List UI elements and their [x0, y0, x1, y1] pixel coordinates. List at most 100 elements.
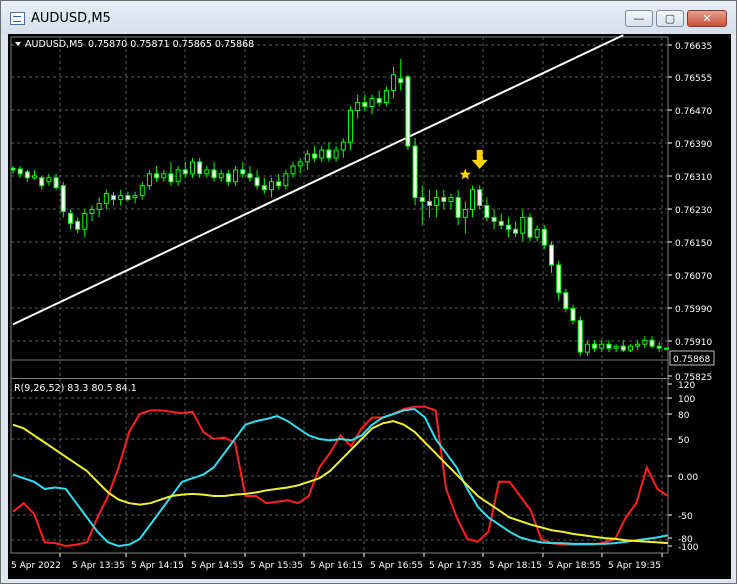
price-tick-label: 0.76150: [675, 239, 712, 249]
candle-body: [268, 181, 274, 191]
candle-body: [663, 347, 669, 350]
candle-body: [118, 195, 124, 201]
trendline[interactable]: [12, 34, 624, 326]
chart-canvas[interactable]: 0.76635 0.76555 0.76470 0.76390 0.76310 0.762…: [8, 34, 731, 579]
maximize-button[interactable]: ▢: [656, 10, 684, 27]
trendline-layer: [12, 34, 624, 326]
candle-body: [103, 193, 109, 205]
candle-body: [599, 343, 605, 349]
price-tick-label: 0.76070: [675, 272, 712, 282]
minimize-button[interactable]: —: [625, 10, 653, 27]
candle-body: [412, 145, 418, 199]
candle-body: [549, 244, 554, 266]
signal-star-icon[interactable]: [459, 168, 471, 180]
candle-body: [613, 345, 619, 349]
candle-body: [46, 177, 52, 183]
candle-body: [577, 319, 583, 353]
indicator-tick-label: 80: [678, 411, 690, 421]
candle-body: [441, 197, 447, 203]
candle-body: [541, 228, 547, 246]
candle-body: [405, 76, 411, 147]
time-tick-label: 5 Apr 16:15: [310, 561, 363, 571]
indicator-tick-label: 120: [678, 381, 695, 391]
candle-body: [111, 195, 117, 201]
candle-body: [276, 181, 282, 187]
candle-body: [297, 161, 303, 167]
indicator-tick-label: -50: [678, 512, 693, 522]
candle-body: [333, 149, 339, 159]
candle-body: [505, 224, 511, 230]
candle-body: [520, 216, 526, 234]
candle-body: [434, 197, 440, 207]
candle-body: [556, 264, 562, 294]
price-tick-label: 0.76390: [675, 140, 712, 150]
candle-body: [484, 205, 490, 218]
candle-body: [254, 177, 260, 187]
candle-body: [283, 173, 289, 187]
price-tick-label: 0.76230: [675, 206, 712, 216]
maximize-icon: ▢: [664, 12, 676, 25]
candle-body: [146, 173, 152, 187]
candle-body: [362, 101, 368, 107]
candles: [10, 58, 669, 357]
candle-body: [211, 169, 217, 179]
price-tick-label: 0.76470: [675, 107, 712, 117]
price-tick-label: 0.76635: [675, 42, 712, 52]
candle-body: [175, 169, 181, 183]
candle-body: [304, 153, 310, 163]
candle-body: [340, 141, 346, 151]
candle-body: [606, 343, 612, 349]
candle-body: [656, 345, 662, 349]
symbol-dropdown-icon[interactable]: [15, 42, 21, 46]
symbol-label: AUDUSD,M5: [25, 39, 83, 50]
candle-body: [132, 195, 138, 199]
candle-body: [60, 185, 66, 212]
time-axis: 5 Apr 2022 5 Apr 13:35 5 Apr 14:15 5 Apr 14…: [11, 553, 663, 571]
candle-body: [398, 78, 404, 84]
price-tick-label: 0.75910: [675, 338, 712, 348]
time-tick-label: 5 Apr 14:55: [191, 561, 244, 571]
candle-body: [53, 177, 59, 189]
window-title: AUDUSD,M5: [31, 11, 111, 26]
candle-body: [82, 212, 88, 230]
candle-body: [347, 109, 353, 143]
ohlc-label: 0.75870 0.75871 0.75865 0.75868: [88, 39, 254, 50]
chart-window: AUDUSD,M5 — ▢ ✕ 0.76635 0.76555 0.76470 0.7…: [0, 0, 737, 584]
indicator-tick-label: 0.00: [678, 473, 698, 483]
candle-body: [75, 220, 81, 230]
candle-body: [168, 173, 174, 183]
time-tick-label: 5 Apr 17:35: [429, 561, 482, 571]
price-tick-label: 0.75990: [675, 305, 712, 315]
candle-body: [426, 201, 432, 206]
candle-body: [563, 292, 569, 310]
sell-arrow-icon[interactable]: [471, 149, 488, 169]
time-tick-label: 5 Apr 15:35: [250, 561, 303, 571]
title-bar[interactable]: AUDUSD,M5 — ▢ ✕: [1, 1, 736, 34]
candle-body: [32, 175, 38, 179]
candle-body: [462, 208, 468, 218]
candle-body: [261, 185, 267, 191]
time-tick-label: 5 Apr 19:35: [608, 561, 661, 571]
candle-body: [477, 189, 483, 206]
chart-window-icon: [10, 12, 25, 25]
indicator-tick-label: 50: [678, 436, 690, 446]
chart-area[interactable]: 0.76635 0.76555 0.76470 0.76390 0.76310 0.762…: [8, 34, 731, 579]
candle-body: [154, 173, 160, 179]
candle-body: [312, 153, 318, 159]
candle-body: [225, 173, 231, 183]
candle-body: [139, 185, 145, 197]
indicator-label: R(9,26,52) 83.3 80.5 84.1: [14, 383, 137, 394]
close-button[interactable]: ✕: [687, 10, 727, 27]
candle-body: [326, 149, 332, 159]
time-tick-label: 5 Apr 18:15: [489, 561, 542, 571]
candle-body: [534, 228, 540, 238]
candle-body: [376, 98, 382, 103]
candle-body: [570, 308, 576, 321]
candle-body: [125, 195, 131, 201]
candle-body: [470, 189, 476, 210]
candle-body: [513, 228, 519, 234]
indicator-line-26: [12, 407, 669, 548]
candle-body: [218, 173, 224, 179]
candle-body: [355, 101, 361, 111]
candle-body: [627, 345, 633, 351]
